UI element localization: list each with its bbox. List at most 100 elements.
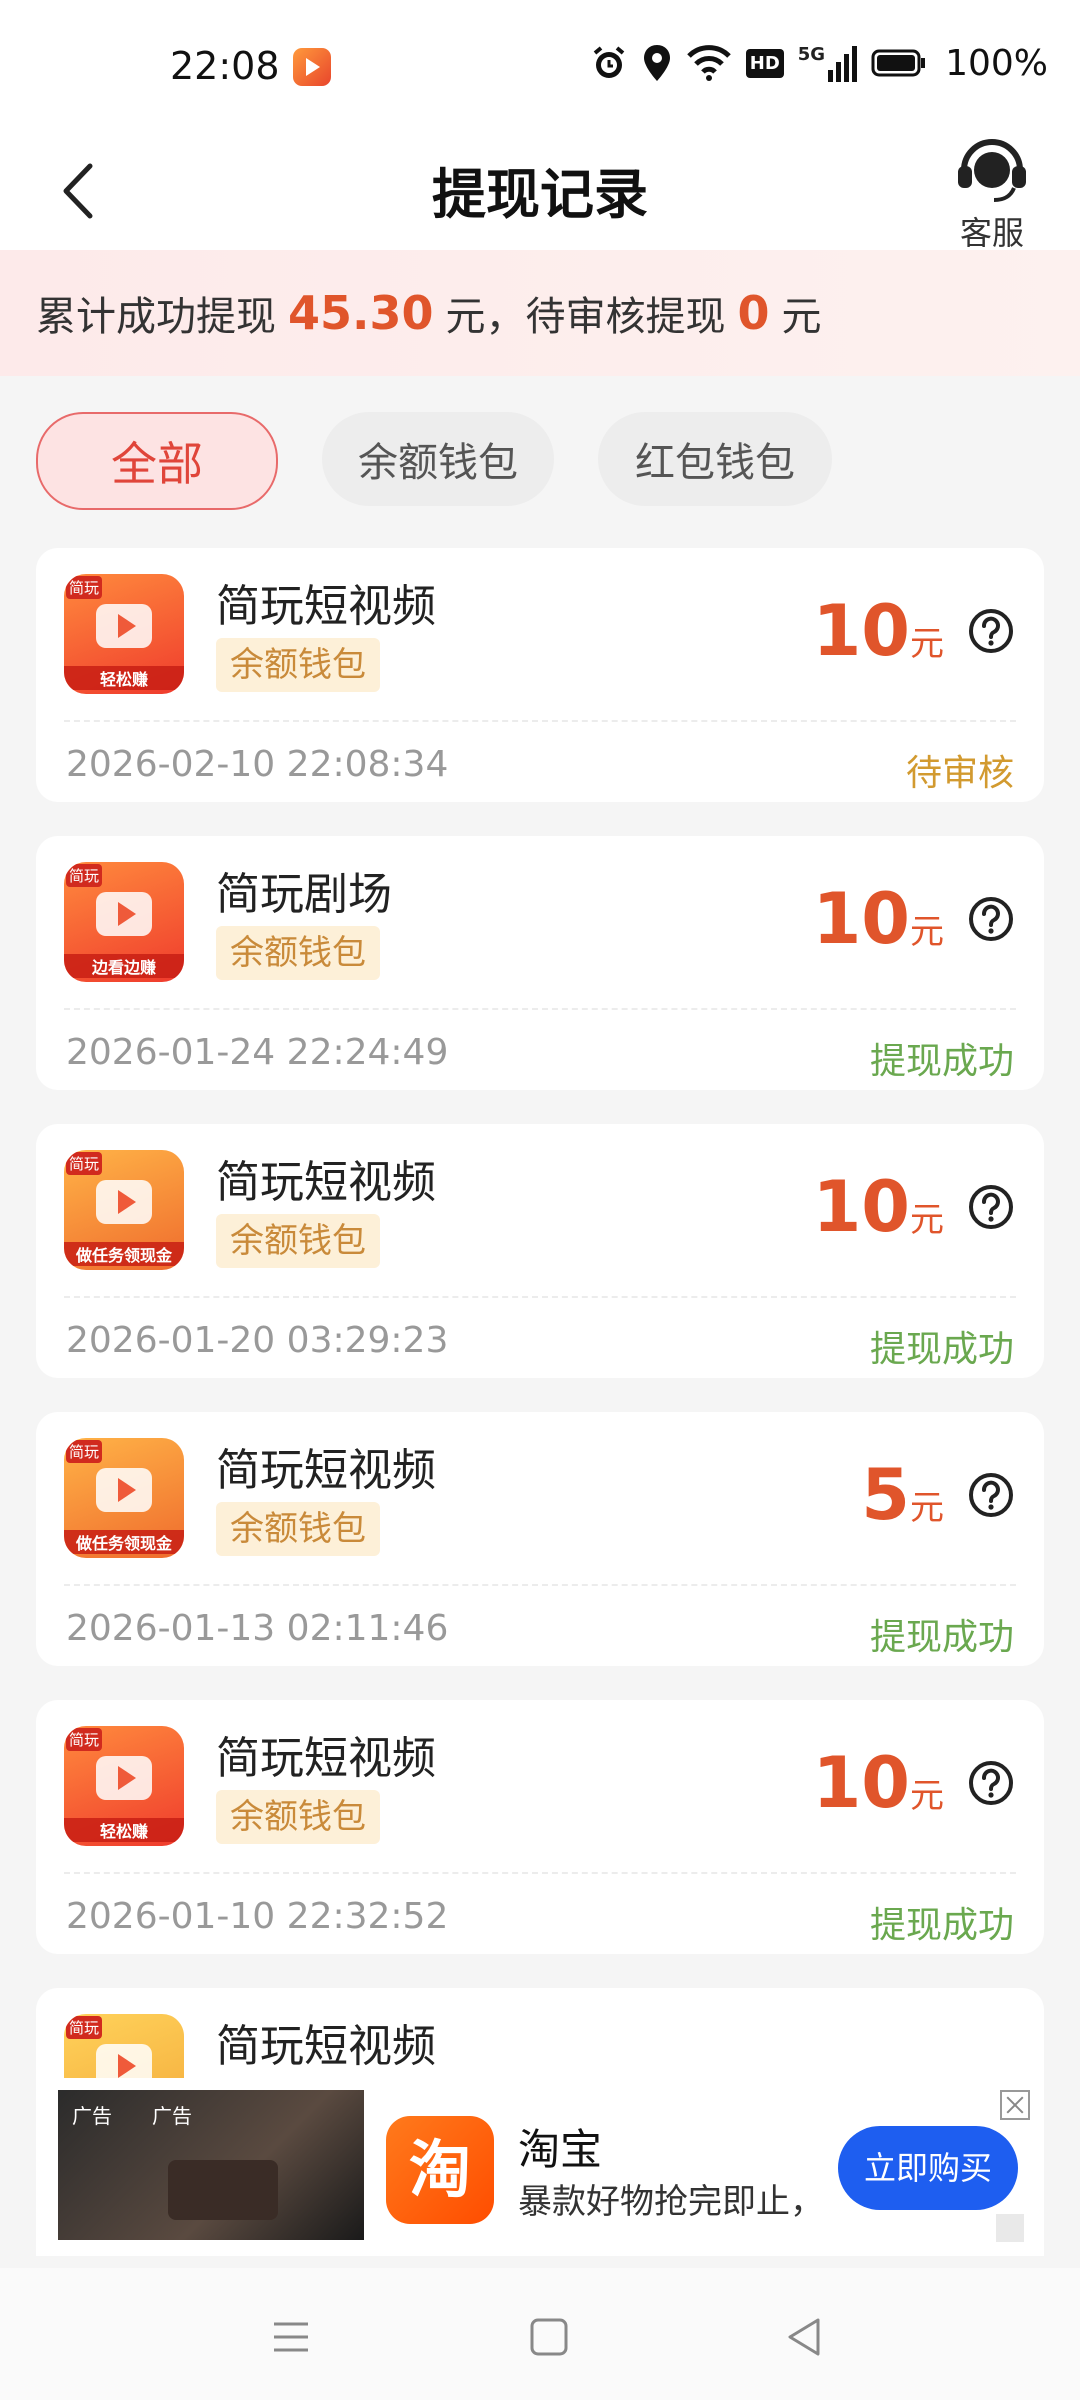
withdraw-record-card[interactable]: 简玩 做任务领现金 简玩短视频 余额钱包 5元 2026-01-13 02:11:46 提现… <box>36 1412 1044 1666</box>
wallet-tag: 余额钱包 <box>216 926 380 980</box>
status-bar: 22:08 HD 5G 100% <box>0 0 1080 130</box>
app-icon-badge: 简玩 <box>66 1152 103 1175</box>
system-navigation-bar <box>0 2268 1080 2400</box>
app-icon-badge: 简玩 <box>66 1440 103 1463</box>
summary-prefix: 累计成功提现 <box>36 294 276 340</box>
tab-red-packet-wallet[interactable]: 红包钱包 <box>598 412 832 506</box>
withdraw-time: 2026-01-13 02:11:46 <box>66 1608 449 1649</box>
ad-title: 淘宝 <box>518 2125 603 2174</box>
amount-value: 5 <box>861 1454 910 1536</box>
app-name: 简玩短视频 <box>216 2021 436 2072</box>
wallet-tag: 余额钱包 <box>216 1790 380 1844</box>
summary-pending-amount: 0 <box>737 286 770 340</box>
help-question-icon[interactable] <box>968 896 1014 942</box>
wallet-filter-tabs: 全部 余额钱包 红包钱包 <box>36 412 832 512</box>
help-question-icon[interactable] <box>968 608 1014 654</box>
app-play-icon <box>96 1180 152 1224</box>
amount-unit: 元 <box>910 912 944 952</box>
help-question-icon[interactable] <box>968 1472 1014 1518</box>
menu-nav-icon[interactable] <box>266 2312 316 2362</box>
wallet-tag: 余额钱包 <box>216 1502 380 1556</box>
alarm-icon <box>593 46 625 78</box>
app-icon: 简玩 轻松赚 <box>64 1726 184 1846</box>
withdraw-record-card[interactable]: 简玩 轻松赚 简玩短视频 余额钱包 10元 2026-02-10 22:08:34 待审核 <box>36 548 1044 802</box>
withdraw-amount: 10元 <box>813 590 944 672</box>
app-name: 简玩剧场 <box>216 869 392 920</box>
wallet-tag: 余额钱包 <box>216 1214 380 1268</box>
app-icon-badge: 简玩 <box>66 864 103 887</box>
ad-tag: 广告 <box>72 2104 112 2128</box>
help-question-icon[interactable] <box>968 1184 1014 1230</box>
network-type-label: 5G <box>797 44 826 65</box>
withdraw-status: 提现成功 <box>869 1329 1014 1370</box>
taobao-logo-icon: 淘 <box>386 2116 494 2224</box>
ad-banner[interactable]: 广告 广告 淘 淘宝 暴款好物抢完即止， 立即购买 <box>36 2078 1044 2256</box>
withdraw-status: 待审核 <box>905 753 1014 794</box>
card-divider <box>64 1296 1016 1298</box>
wallet-tag: 余额钱包 <box>216 638 380 692</box>
card-divider <box>64 1872 1016 1874</box>
app-icon-caption: 轻松赚 <box>64 1818 184 1842</box>
withdraw-time: 2026-01-10 22:32:52 <box>66 1896 449 1937</box>
app-icon-badge: 简玩 <box>66 1728 103 1751</box>
ad-image[interactable]: 广告 广告 <box>58 2090 364 2240</box>
location-icon <box>643 45 670 81</box>
ad-description: 暴款好物抢完即止， <box>518 2182 824 2222</box>
withdraw-amount: 10元 <box>813 1742 944 1824</box>
help-question-icon[interactable] <box>968 1760 1014 1806</box>
amount-value: 10 <box>812 590 910 672</box>
back-nav-icon[interactable] <box>780 2312 830 2362</box>
amount-unit: 元 <box>910 1200 944 1240</box>
battery-icon <box>871 49 926 77</box>
app-icon: 简玩 轻松赚 <box>64 574 184 694</box>
amount-unit: 元 <box>910 624 944 664</box>
app-name: 简玩短视频 <box>216 1157 436 1208</box>
page-title: 提现记录 <box>432 163 648 226</box>
tab-balance-wallet[interactable]: 余额钱包 <box>322 412 554 506</box>
sofa-image <box>168 2160 278 2220</box>
app-name: 简玩短视频 <box>216 1733 436 1784</box>
withdraw-amount: 5元 <box>861 1454 944 1536</box>
card-divider <box>64 720 1016 722</box>
withdraw-summary: 累计成功提现 45.30 元，待审核提现 0 元 <box>0 250 1080 376</box>
app-icon-badge: 简玩 <box>66 576 103 599</box>
home-nav-icon[interactable] <box>524 2312 574 2362</box>
app-play-icon <box>96 1468 152 1512</box>
page-header: 提现记录 客服 <box>0 130 1080 252</box>
customer-service-label: 客服 <box>959 214 1024 252</box>
hd-icon: HD <box>745 48 784 78</box>
withdraw-record-card[interactable]: 简玩 简玩短视频 <box>36 1988 1044 2078</box>
app-icon-caption: 做任务领现金 <box>64 1530 184 1554</box>
app-play-icon <box>96 2044 152 2078</box>
notification-app-icon <box>293 48 331 86</box>
app-icon: 简玩 边看边赚 <box>64 862 184 982</box>
app-name: 简玩短视频 <box>216 1445 436 1496</box>
card-divider <box>64 1008 1016 1010</box>
amount-unit: 元 <box>910 1488 944 1528</box>
tab-all[interactable]: 全部 <box>36 412 278 510</box>
withdraw-status: 提现成功 <box>869 1041 1014 1082</box>
app-icon-caption: 做任务领现金 <box>64 1242 184 1266</box>
app-icon: 简玩 做任务领现金 <box>64 1150 184 1270</box>
summary-success-amount: 45.30 <box>288 286 434 340</box>
wifi-icon <box>686 45 731 81</box>
withdraw-record-card[interactable]: 简玩 边看边赚 简玩剧场 余额钱包 10元 2026-01-24 22:24:49 提现成功 <box>36 836 1044 1090</box>
amount-value: 10 <box>812 878 910 960</box>
app-name: 简玩短视频 <box>216 581 436 632</box>
withdraw-record-card[interactable]: 简玩 轻松赚 简玩短视频 余额钱包 10元 2026-01-10 22:32:52 提现成功 <box>36 1700 1044 1954</box>
signal-5g-icon: 5G <box>797 44 858 82</box>
app-play-icon <box>96 604 152 648</box>
app-icon-badge: 简玩 <box>66 2016 103 2039</box>
withdraw-time: 2026-01-20 03:29:23 <box>66 1320 449 1361</box>
amount-unit: 元 <box>910 1776 944 1816</box>
app-icon: 简玩 <box>64 2014 184 2078</box>
withdraw-record-card[interactable]: 简玩 做任务领现金 简玩短视频 余额钱包 10元 2026-01-20 03:29:23 提… <box>36 1124 1044 1378</box>
status-icons: HD 5G 100% <box>590 40 1048 86</box>
amount-value: 10 <box>812 1742 910 1824</box>
app-icon: 简玩 做任务领现金 <box>64 1438 184 1558</box>
card-divider <box>64 1584 1016 1586</box>
ad-close-icon[interactable] <box>1000 2090 1030 2120</box>
withdraw-amount: 10元 <box>813 878 944 960</box>
customer-service-button[interactable]: 客服 <box>944 130 1040 254</box>
ad-buy-now-button[interactable]: 立即购买 <box>838 2126 1018 2210</box>
